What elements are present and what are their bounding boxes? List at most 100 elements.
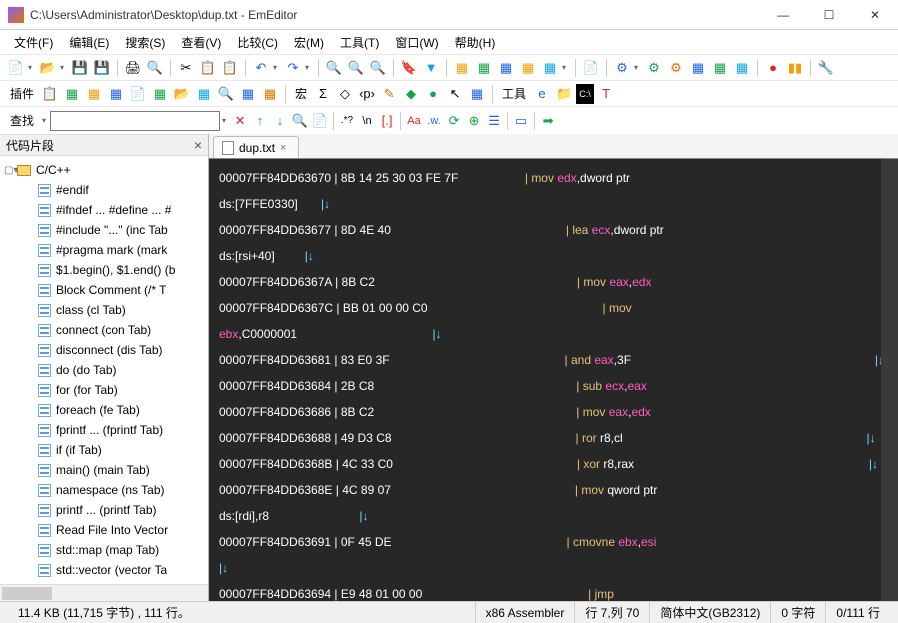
filter-icon[interactable]: ▼ — [421, 58, 441, 78]
menu-item[interactable]: 帮助(H) — [449, 32, 502, 53]
stop-icon[interactable]: ▮▮ — [785, 58, 805, 78]
minimize-button[interactable]: — — [760, 0, 806, 30]
tree-item[interactable]: class (cl Tab) — [0, 300, 208, 320]
tree-item[interactable]: do (do Tab) — [0, 360, 208, 380]
tree-folder-root[interactable]: ▢▾C/C++ — [0, 160, 208, 180]
tree-item[interactable]: #endif — [0, 180, 208, 200]
p2-icon[interactable]: ▦ — [62, 84, 82, 104]
tab-dup-txt[interactable]: dup.txt × — [213, 136, 299, 158]
editor-vscrollbar[interactable] — [881, 159, 898, 601]
m1-icon[interactable]: ◇ — [335, 84, 355, 104]
save-icon[interactable]: 💾 — [70, 58, 90, 78]
opt2-icon[interactable]: ⚙ — [644, 58, 664, 78]
replace-icon[interactable]: 🔍 — [346, 58, 366, 78]
grid4-icon[interactable]: ▦ — [518, 58, 538, 78]
menu-item[interactable]: 比较(C) — [231, 32, 284, 53]
find-next-icon[interactable]: ↓ — [270, 111, 290, 131]
tree-item[interactable]: Block Comment (/* T — [0, 280, 208, 300]
menu-item[interactable]: 工具(T) — [334, 32, 385, 53]
menu-item[interactable]: 文件(F) — [8, 32, 59, 53]
folder-icon[interactable]: 📁 — [554, 84, 574, 104]
tree-item[interactable]: printf ... (printf Tab) — [0, 500, 208, 520]
inc-icon[interactable]: ⟳ — [444, 111, 464, 131]
tree-item[interactable]: for (for Tab) — [0, 380, 208, 400]
sidebar-close-icon[interactable]: × — [194, 137, 202, 153]
tree-item[interactable]: namespace (ns Tab) — [0, 480, 208, 500]
cursor-icon[interactable]: ↖ — [445, 84, 465, 104]
tree-item[interactable]: #include "..." (inc Tab — [0, 220, 208, 240]
tree-item[interactable]: disconnect (dis Tab) — [0, 340, 208, 360]
new-icon[interactable]: 📄 — [6, 58, 26, 78]
undo-icon[interactable]: ↶ — [251, 58, 271, 78]
p5-icon[interactable]: 📄 — [128, 84, 148, 104]
menu-item[interactable]: 窗口(W) — [389, 32, 444, 53]
t-icon[interactable]: T — [596, 84, 616, 104]
tab-close-icon[interactable]: × — [280, 142, 286, 154]
snippet-tree[interactable]: ▢▾C/C++#endif#ifndef ... #define ... ##i… — [0, 156, 208, 584]
m3-icon[interactable]: ✎ — [379, 84, 399, 104]
doc1-icon[interactable]: 📄 — [581, 58, 601, 78]
find-icon[interactable]: 🔍 — [324, 58, 344, 78]
grid3-icon[interactable]: ▦ — [496, 58, 516, 78]
grid1-icon[interactable]: ▦ — [452, 58, 472, 78]
maximize-button[interactable]: ☐ — [806, 0, 852, 30]
m5-icon[interactable]: ● — [423, 84, 443, 104]
tree-item[interactable]: connect (con Tab) — [0, 320, 208, 340]
tree-item[interactable]: std::map (map Tab) — [0, 540, 208, 560]
record-icon[interactable]: ● — [763, 58, 783, 78]
close-button[interactable]: ✕ — [852, 0, 898, 30]
opt1-icon[interactable]: ⚙ — [612, 58, 632, 78]
m6-icon[interactable]: ▦ — [467, 84, 487, 104]
print-preview-icon[interactable]: 🔍 — [145, 58, 165, 78]
cmd-icon[interactable]: C:\ — [576, 84, 594, 104]
escape-icon[interactable]: \n — [357, 111, 377, 131]
ie-icon[interactable]: e — [532, 84, 552, 104]
case-icon[interactable]: Aa — [404, 111, 424, 131]
target-icon[interactable]: ⊕ — [464, 111, 484, 131]
find-prev-icon[interactable]: ↑ — [250, 111, 270, 131]
opt5-icon[interactable]: ▦ — [710, 58, 730, 78]
m2-icon[interactable]: ‹p› — [357, 84, 377, 104]
bookmark-icon[interactable]: 🔖 — [399, 58, 419, 78]
tree-item[interactable]: Read File Into Vector — [0, 520, 208, 540]
regex-icon[interactable]: .*? — [337, 111, 357, 131]
paren-icon[interactable]: [.] — [377, 111, 397, 131]
go-icon[interactable]: ➡ — [538, 111, 558, 131]
grid2-icon[interactable]: ▦ — [474, 58, 494, 78]
p6-icon[interactable]: ▦ — [150, 84, 170, 104]
save-all-icon[interactable]: 💾 — [92, 58, 112, 78]
p3-icon[interactable]: ▦ — [84, 84, 104, 104]
code-editor[interactable]: 00007FF84DD63670 | 8B 14 25 30 03 FE 7F … — [209, 158, 898, 601]
tree-item[interactable]: #ifndef ... #define ... # — [0, 200, 208, 220]
p1-icon[interactable]: 📋 — [40, 84, 60, 104]
opt3-icon[interactable]: ⚙ — [666, 58, 686, 78]
tree-item[interactable]: std::vector (vector Ta — [0, 560, 208, 580]
word-icon[interactable]: .w. — [424, 111, 444, 131]
p10-icon[interactable]: ▦ — [238, 84, 258, 104]
p7-icon[interactable]: 📂 — [172, 84, 192, 104]
open-icon[interactable]: 📂 — [38, 58, 58, 78]
list-icon[interactable]: ☰ — [484, 111, 504, 131]
paste-icon[interactable]: 📋 — [220, 58, 240, 78]
menu-item[interactable]: 搜索(S) — [119, 32, 171, 53]
p9-icon[interactable]: 🔍 — [216, 84, 236, 104]
menu-item[interactable]: 宏(M) — [288, 32, 330, 53]
sel-icon[interactable]: ▭ — [511, 111, 531, 131]
tree-item[interactable]: if (if Tab) — [0, 440, 208, 460]
tree-item[interactable]: foreach (fe Tab) — [0, 400, 208, 420]
redo-icon[interactable]: ↷ — [283, 58, 303, 78]
tree-item[interactable]: main() (main Tab) — [0, 460, 208, 480]
sigma-icon[interactable]: Σ — [313, 84, 333, 104]
m4-icon[interactable]: ◆ — [401, 84, 421, 104]
tree-item[interactable]: fprintf ... (fprintf Tab) — [0, 420, 208, 440]
print-icon[interactable]: 🖨 — [123, 58, 143, 78]
find-search-icon[interactable]: 🔍 — [290, 111, 310, 131]
p8-icon[interactable]: ▦ — [194, 84, 214, 104]
grid5-icon[interactable]: ▦ — [540, 58, 560, 78]
wrench-icon[interactable]: 🔧 — [816, 58, 836, 78]
tree-item[interactable]: $1.begin(), $1.end() (b — [0, 260, 208, 280]
cut-icon[interactable]: ✂ — [176, 58, 196, 78]
tree-item[interactable]: #pragma mark (mark — [0, 240, 208, 260]
copy-icon[interactable]: 📋 — [198, 58, 218, 78]
p11-icon[interactable]: ▦ — [260, 84, 280, 104]
